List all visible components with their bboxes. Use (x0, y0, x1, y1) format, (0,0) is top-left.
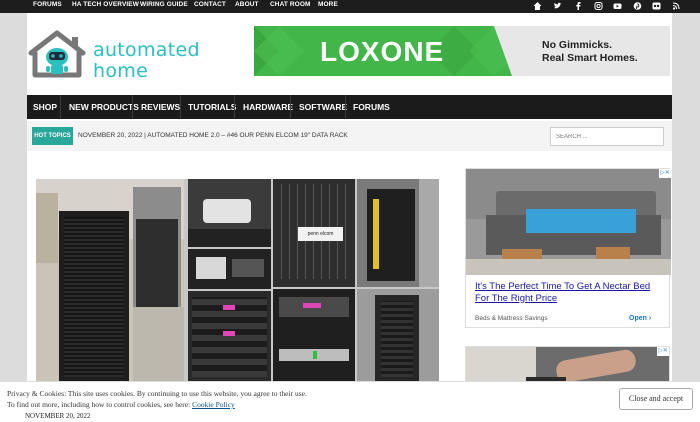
nav-forums[interactable]: FORUMS (353, 102, 390, 112)
page-container: automated home LOXONE No Gimmicks. Real … (27, 13, 672, 422)
nav-divider (180, 95, 181, 119)
twitter-icon[interactable] (553, 1, 562, 11)
nav-divider (132, 95, 133, 119)
side-ad-headline-1[interactable]: It's The Perfect Time To Get A Nectar Be… (475, 281, 650, 292)
toplink-about[interactable]: ABOUT (235, 1, 259, 8)
photo-closed-rack (357, 289, 439, 384)
cookie-text-line1: Privacy & Cookies: This site uses cookie… (7, 389, 307, 398)
ad-tagline-2: Real Smart Homes. (542, 52, 638, 64)
hot-topics-ticker[interactable]: NOVEMBER 20, 2022 | AUTOMATED HOME 2.0 –… (78, 132, 348, 139)
ad-choices-icon[interactable]: ▷✕ (659, 169, 671, 178)
photo-rack-units (188, 291, 271, 384)
toplink-wiring-guide[interactable]: WIRING GUIDE (140, 1, 188, 8)
cookie-text-line2-prefix: To find out more, including how to contr… (7, 400, 193, 409)
hot-topics-badge: HOT TOPICS (32, 127, 73, 145)
facebook-icon[interactable] (574, 1, 583, 11)
ad-tagline-1: No Gimmicks. (542, 39, 613, 51)
side-ad-headline-2[interactable]: For The Right Price (475, 293, 557, 304)
photo-mac-mini (188, 179, 271, 247)
nav-reviews[interactable]: REVIEWS (141, 102, 180, 112)
hot-topics-headline[interactable]: AUTOMATED HOME 2.0 – #46 OUR PENN ELCOM … (147, 132, 348, 139)
hot-topics-bar: HOT TOPICS NOVEMBER 20, 2022 | AUTOMATED… (27, 121, 672, 151)
nav-divider (290, 95, 291, 119)
main-nav: SHOP NEW PRODUCTS REVIEWS TUTORIALS HARD… (27, 95, 672, 119)
side-ad-source: Beds & Mattress Savings (475, 315, 548, 322)
youtube-icon[interactable] (613, 1, 622, 11)
chevron-right-icon: › (648, 315, 652, 322)
side-ad-nectar[interactable]: ▷✕ It's The Perfect Time To Get A Nectar… (465, 168, 671, 328)
close-and-accept-button[interactable]: Close and accept (619, 388, 693, 410)
nav-software[interactable]: SOFTWARE (299, 102, 347, 112)
post-date: NOVEMBER 20, 2022 (25, 412, 91, 420)
ad-gray-panel: No Gimmicks. Real Smart Homes. (494, 26, 670, 76)
article-featured-image[interactable]: penn elcom (36, 179, 439, 384)
cookie-text-line2: To find out more, including how to contr… (7, 400, 235, 409)
rss-icon[interactable] (672, 1, 681, 11)
nav-hardware[interactable]: HARDWARE (243, 102, 293, 112)
toplink-chat-room[interactable]: CHAT ROOM (270, 1, 311, 8)
side-ad-open-label: Open (629, 315, 647, 322)
instagram-icon[interactable] (594, 1, 603, 11)
nav-divider (234, 95, 235, 119)
toplink-ha-tech-overview[interactable]: HA TECH OVERVIEW (72, 1, 139, 8)
nav-new-products[interactable]: NEW PRODUCTS (69, 102, 139, 112)
toplink-contact[interactable]: CONTACT (194, 1, 226, 8)
nav-divider (345, 95, 346, 119)
toplink-more[interactable]: MORE (318, 1, 338, 8)
pinterest-icon[interactable] (633, 1, 642, 11)
photo-rack-cables (357, 179, 439, 287)
side-ad-open-link[interactable]: Open › (629, 315, 651, 322)
side-ad-bed-image: ▷✕ (466, 169, 671, 275)
toplink-forums[interactable]: FORUMS (33, 1, 62, 8)
nav-divider (60, 95, 61, 119)
photo-switch (188, 249, 271, 289)
search-input[interactable] (550, 127, 664, 146)
logo-text-home: home (93, 60, 149, 82)
loxone-banner-ad[interactable]: LOXONE No Gimmicks. Real Smart Homes. (254, 26, 670, 76)
photo-patch-panel (273, 289, 355, 384)
home-icon[interactable] (533, 1, 542, 11)
photo-label-text: penn elcom (298, 227, 343, 241)
logo-text-automated: automated (93, 39, 200, 61)
nav-tutorials[interactable]: TUTORIALS (188, 102, 236, 112)
robot-house-icon (28, 30, 86, 78)
flickr-icon[interactable] (652, 1, 661, 11)
cookie-banner: Privacy & Cookies: This site uses cookie… (0, 381, 700, 422)
photo-rack-label: penn elcom (273, 179, 355, 287)
site-logo[interactable]: automated home (27, 29, 227, 89)
cookie-policy-link[interactable]: Cookie Policy (192, 400, 235, 409)
hot-topics-date: NOVEMBER 20, 2022 (78, 132, 143, 139)
ad-choices-icon[interactable]: ▷✕ (657, 347, 669, 356)
ad-brand-loxone: LOXONE (320, 36, 445, 67)
photo-rack-room (36, 179, 184, 384)
nav-shop[interactable]: SHOP (33, 102, 57, 112)
top-bar: FORUMS HA TECH OVERVIEW WIRING GUIDE CON… (0, 0, 700, 13)
